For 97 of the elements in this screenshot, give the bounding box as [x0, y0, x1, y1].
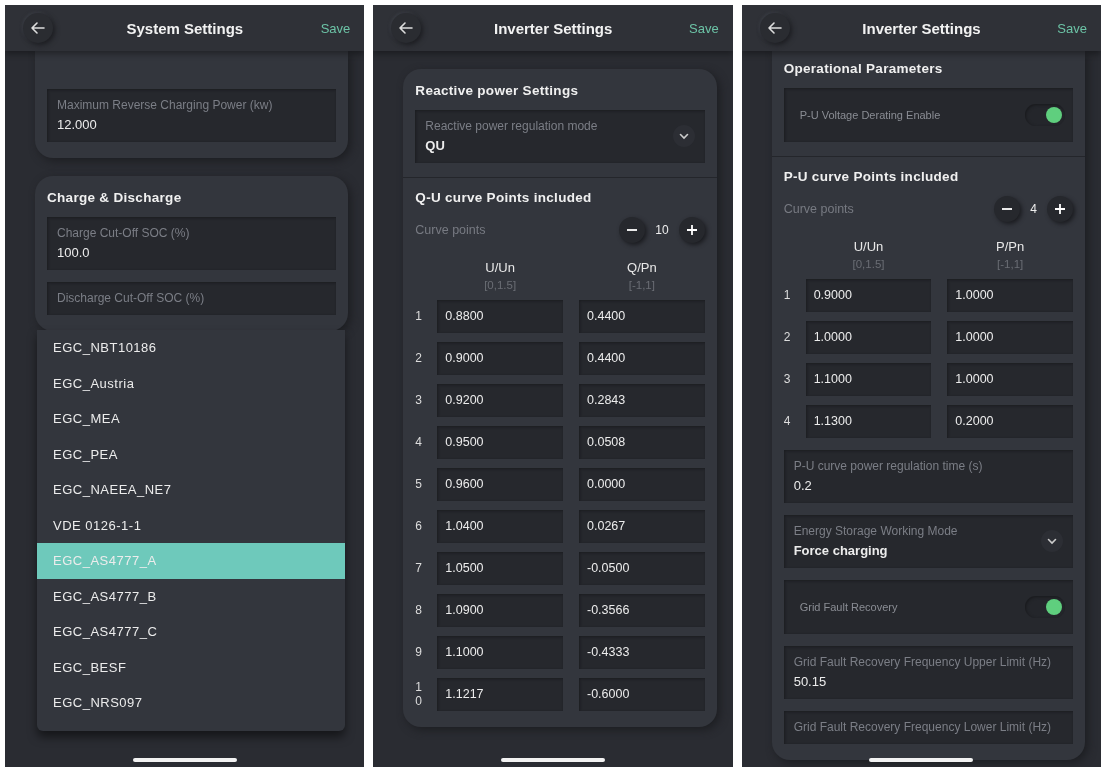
dropdown-option[interactable]: EGC_MEA	[37, 401, 345, 437]
column-header: P/Pn	[996, 238, 1025, 254]
chevron-down-icon	[1041, 530, 1063, 552]
value-input[interactable]: 1.1300	[805, 405, 932, 438]
section-title: Operational Parameters	[783, 61, 944, 76]
row-number: 8	[415, 603, 423, 618]
dropdown-option[interactable]: EGC_NAEEA_NE7	[37, 472, 345, 508]
value-input[interactable]: 0.0000	[579, 468, 705, 501]
screen-title: Inverter Settings	[861, 19, 982, 37]
screen-title: System Settings	[125, 19, 245, 37]
value-input[interactable]: 1.1217	[437, 678, 563, 711]
toggle-switch[interactable]	[1025, 596, 1065, 618]
column-header: Q/Pn	[627, 259, 657, 275]
value-input[interactable]: 0.0267	[579, 510, 705, 543]
value-input[interactable]: 0.2843	[579, 384, 705, 417]
screen-title: Inverter Settings	[493, 19, 614, 37]
value-input[interactable]: -0.4333	[579, 636, 705, 669]
section-title: Q-U curve Points included	[415, 190, 593, 205]
row-number: 10	[415, 681, 423, 708]
toggle-switch[interactable]	[1025, 104, 1065, 126]
dropdown-option[interactable]: EGC_NBT10186	[37, 330, 345, 366]
row-number: 7	[415, 561, 423, 576]
row-number: 2	[415, 351, 423, 366]
save-button[interactable]: Save	[316, 16, 355, 40]
section-title: Reactive power Settings	[415, 83, 580, 98]
dropdown-option[interactable]: EGC_Austria	[37, 365, 345, 401]
value-input[interactable]: 1.1000	[437, 636, 563, 669]
dropdown-option[interactable]: VDE 0126-1-1	[37, 507, 345, 543]
increment-button[interactable]	[1047, 196, 1073, 222]
value-input[interactable]: 0.9600	[437, 468, 563, 501]
value-input[interactable]: 0.0508	[579, 426, 705, 459]
row-number: 4	[415, 435, 423, 450]
plus-icon	[685, 224, 698, 236]
dropdown-option[interactable]: EGC_NRS097	[37, 685, 345, 721]
value-input[interactable]: 0.9500	[437, 426, 563, 459]
row-number: 1	[783, 288, 792, 303]
decrement-button[interactable]	[994, 196, 1021, 222]
dropdown-option[interactable]: EGC_AS4777_C	[37, 614, 345, 650]
row-number: 5	[415, 477, 423, 492]
column-header: U/Un	[485, 259, 515, 275]
input-field[interactable]: P-U curve power regulation time (s) 0.2	[783, 450, 1073, 503]
value-input[interactable]: 0.8800	[437, 300, 563, 333]
value-input[interactable]: -0.6000	[579, 678, 705, 711]
increment-button[interactable]	[678, 217, 705, 243]
arrow-left-icon	[398, 20, 415, 36]
column-header: U/Un	[853, 238, 884, 254]
chevron-down-icon	[672, 125, 695, 147]
curve-points-label: Curve points	[415, 223, 486, 237]
section-title: P-U curve Points included	[783, 169, 960, 184]
curve-points-label: Curve points	[783, 202, 854, 216]
decrement-button[interactable]	[619, 217, 646, 243]
value-input[interactable]: 0.9000	[805, 279, 932, 312]
row-number: 1	[415, 309, 423, 324]
save-button[interactable]: Save	[1053, 16, 1091, 40]
section-title: Charge & Discharge	[47, 190, 183, 205]
input-field[interactable]: Discharge Cut-Off SOC (%)	[47, 282, 337, 315]
save-button[interactable]: Save	[685, 16, 723, 40]
dropdown-option[interactable]: EGC_BESF	[37, 649, 345, 685]
arrow-left-icon	[766, 20, 783, 36]
value-input[interactable]: 0.4400	[579, 300, 705, 333]
row-number: 3	[415, 393, 423, 408]
select-field[interactable]: Reactive power regulation mode QU	[415, 110, 705, 163]
value-input[interactable]: 0.4400	[579, 342, 705, 375]
value-input[interactable]: 1.0500	[437, 552, 563, 585]
input-field[interactable]: Grid Fault Recovery Frequency Lower Limit (Hz)	[783, 711, 1073, 744]
input-field[interactable]: Charge Cut-Off SOC (%) 100.0	[47, 217, 337, 270]
value-input[interactable]: -0.0500	[579, 552, 705, 585]
row-number: 9	[415, 645, 423, 660]
arrow-left-icon	[30, 20, 46, 36]
value-input[interactable]: 1.0000	[947, 279, 1073, 312]
row-number: 2	[783, 330, 792, 345]
dropdown-option[interactable]: EGC_AS4777_B	[37, 578, 345, 614]
value-input[interactable]: 1.0400	[437, 510, 563, 543]
back-button[interactable]	[391, 13, 422, 43]
curve-points-count: 10	[655, 223, 669, 237]
value-input[interactable]: 1.0900	[437, 594, 563, 627]
curve-points-count: 4	[1030, 202, 1037, 216]
value-input[interactable]: 0.9000	[437, 342, 563, 375]
value-input[interactable]: 1.1000	[805, 363, 932, 396]
row-number: 6	[415, 519, 423, 534]
back-button[interactable]	[23, 13, 53, 43]
value-input[interactable]: 1.0000	[947, 363, 1073, 396]
row-number: 3	[783, 372, 792, 387]
back-button[interactable]	[759, 13, 790, 43]
toggle-label: Grid Fault Recovery	[799, 601, 898, 613]
select-field[interactable]: Energy Storage Working Mode Force charging	[783, 515, 1073, 568]
input-field[interactable]: Maximum Reverse Charging Power (kw) 12.000	[47, 89, 337, 142]
value-input[interactable]: -0.3566	[579, 594, 705, 627]
plus-icon	[1054, 203, 1066, 215]
value-input[interactable]: 0.9200	[437, 384, 563, 417]
toggle-label: P-U Voltage Derating Enable	[799, 109, 941, 121]
value-input[interactable]: 1.0000	[805, 321, 932, 354]
value-input[interactable]: 1.0000	[947, 321, 1073, 354]
dropdown-option[interactable]: EGC_PEA	[37, 436, 345, 472]
input-field[interactable]: Grid Fault Recovery Frequency Upper Limit (Hz) 50.15	[783, 646, 1073, 699]
row-number: 4	[783, 414, 792, 429]
value-input[interactable]: 0.2000	[947, 405, 1073, 438]
